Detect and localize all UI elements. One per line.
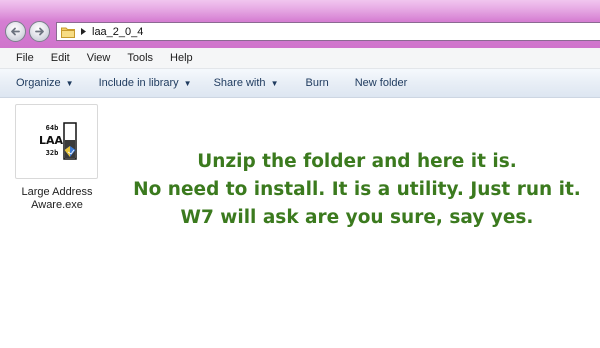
share-label: Share with xyxy=(213,77,266,89)
breadcrumb-folder[interactable]: laa_2_0_4 xyxy=(92,26,143,38)
chevron-down-icon: ▼ xyxy=(65,78,74,88)
annotation-line-2: No need to install. It is a utility. Jus… xyxy=(133,179,581,200)
organize-label: Organize xyxy=(16,77,61,89)
file-name-line2: Aware.exe xyxy=(31,199,83,211)
file-name-line1: Large Address xyxy=(21,186,93,198)
file-list-pane: 64b LAA 32b Large Address Aware.exe Unzi… xyxy=(0,98,600,348)
icon-text-laa: LAA xyxy=(39,134,64,147)
chevron-down-icon: ▼ xyxy=(183,78,192,88)
back-arrow-icon xyxy=(11,27,20,36)
file-item-large-address-aware[interactable]: 64b LAA 32b xyxy=(15,104,98,179)
menu-file[interactable]: File xyxy=(16,52,34,64)
organize-button[interactable]: Organize ▼ xyxy=(16,77,74,89)
file-name[interactable]: Large Address Aware.exe xyxy=(2,186,112,212)
forward-button[interactable] xyxy=(29,21,50,42)
laa-app-icon: 64b LAA 32b xyxy=(39,122,77,160)
menu-tools[interactable]: Tools xyxy=(127,52,153,64)
chevron-down-icon: ▼ xyxy=(270,78,279,88)
address-bar[interactable]: laa_2_0_4 xyxy=(56,22,600,41)
forward-arrow-icon xyxy=(35,27,44,36)
icon-text-64b: 64b xyxy=(46,124,59,132)
new-folder-button[interactable]: New folder xyxy=(355,77,408,89)
annotation-line-1: Unzip the folder and here it is. xyxy=(197,151,517,172)
share-with-button[interactable]: Share with ▼ xyxy=(214,77,279,89)
menu-edit[interactable]: Edit xyxy=(51,52,70,64)
menu-bar: File Edit View Tools Help xyxy=(0,48,600,69)
include-label: Include in library xyxy=(98,77,179,89)
back-button[interactable] xyxy=(5,21,26,42)
annotation-line-3: W7 will ask are you sure, say yes. xyxy=(180,207,534,228)
menu-view[interactable]: View xyxy=(87,52,111,64)
burn-label: Burn xyxy=(305,77,329,89)
include-in-library-button[interactable]: Include in library ▼ xyxy=(99,77,192,89)
folder-icon xyxy=(61,26,75,38)
command-bar: Organize ▼ Include in library ▼ Share wi… xyxy=(0,69,600,98)
menu-help[interactable]: Help xyxy=(170,52,193,64)
burn-button[interactable]: Burn xyxy=(305,77,328,89)
icon-text-32b: 32b xyxy=(46,149,59,157)
new-folder-label: New folder xyxy=(354,77,408,89)
breadcrumb-arrow-icon[interactable] xyxy=(81,28,86,35)
instruction-annotation: Unzip the folder and here it is. No need… xyxy=(117,148,597,232)
